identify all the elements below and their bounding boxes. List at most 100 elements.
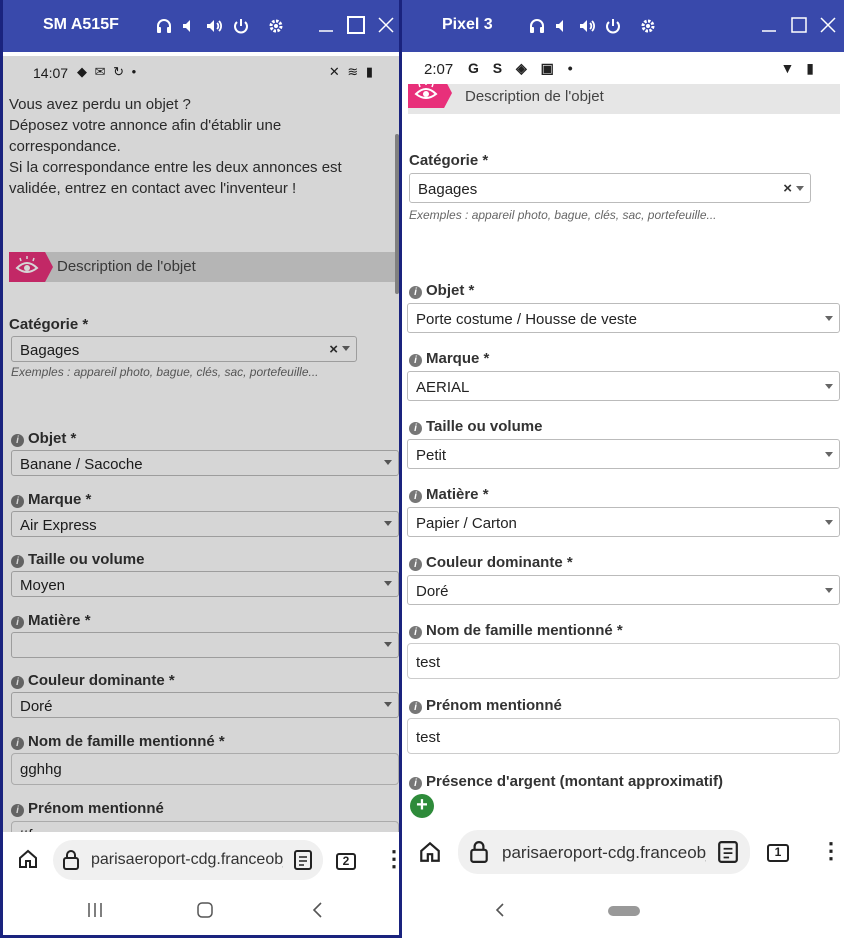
chevron-down-icon: [825, 588, 833, 593]
info-icon[interactable]: i: [409, 558, 422, 571]
matiere-select[interactable]: [11, 632, 399, 658]
headphones-icon[interactable]: [155, 17, 173, 35]
volume-down-icon[interactable]: [553, 17, 571, 35]
info-icon[interactable]: i: [11, 676, 24, 689]
lock-icon[interactable]: [470, 841, 488, 868]
web-page[interactable]: Description de l'objet Catégorie * Bagag…: [402, 84, 844, 822]
marque-label-text: Marque *: [426, 350, 490, 367]
maximize-icon[interactable]: [345, 14, 367, 36]
objet-label: i Objet *: [409, 282, 474, 299]
section-header-description: Description de l'objet: [9, 252, 396, 282]
more-icon[interactable]: ⋮: [820, 840, 842, 862]
info-icon[interactable]: i: [11, 804, 24, 817]
home-nav-icon[interactable]: [197, 902, 213, 923]
recents-icon[interactable]: [87, 902, 103, 923]
volume-up-icon[interactable]: [578, 17, 596, 35]
eye-icon: [9, 252, 53, 282]
intro-line: Si la correspondance entre les deux anno…: [9, 159, 342, 176]
nom-label: i Nom de famille mentionné *: [11, 733, 225, 750]
clear-icon[interactable]: ×: [783, 180, 792, 197]
marque-select[interactable]: Air Express: [11, 511, 399, 537]
matiere-select[interactable]: Papier / Carton: [407, 507, 840, 537]
couleur-select[interactable]: Doré: [11, 692, 399, 718]
info-icon[interactable]: i: [11, 555, 24, 568]
prenom-label: i Prénom mentionné: [11, 800, 164, 817]
settings-icon[interactable]: [267, 17, 285, 35]
volume-up-icon[interactable]: [205, 17, 223, 35]
info-icon[interactable]: i: [409, 286, 422, 299]
prenom-label-text: Prénom mentionné: [28, 800, 164, 817]
minimize-icon[interactable]: [315, 14, 337, 36]
browser-toolbar: parisaeroport-cdg.franceobj 1 ⋮: [402, 822, 844, 884]
address-bar[interactable]: parisaeroport-cdg.franceobj: [53, 840, 323, 880]
info-icon[interactable]: i: [409, 701, 422, 714]
more-icon[interactable]: ⋮: [383, 848, 399, 870]
volume-down-icon[interactable]: [180, 17, 198, 35]
chevron-down-icon: [825, 316, 833, 321]
info-icon[interactable]: i: [11, 495, 24, 508]
marque-label: i Marque *: [11, 491, 91, 508]
prenom-input[interactable]: ttfgg: [11, 821, 399, 832]
info-icon[interactable]: i: [11, 737, 24, 750]
power-icon[interactable]: [232, 17, 250, 35]
categorie-select[interactable]: Bagages ×: [409, 173, 811, 203]
info-icon[interactable]: i: [11, 616, 24, 629]
address-bar[interactable]: parisaeroport-cdg.franceobj: [458, 830, 750, 874]
matiere-value: Papier / Carton: [416, 515, 517, 532]
categorie-help: Exemples : appareil photo, bague, clés, …: [409, 208, 717, 222]
argent-label: i Présence d'argent (montant approximatif…: [409, 773, 723, 790]
info-icon[interactable]: i: [409, 490, 422, 503]
settings-icon[interactable]: [639, 17, 657, 35]
categorie-select[interactable]: Bagages ×: [11, 336, 357, 362]
device-name: Pixel 3: [442, 16, 493, 33]
chevron-down-icon: [825, 452, 833, 457]
power-icon[interactable]: [604, 17, 622, 35]
lock-icon[interactable]: [63, 850, 79, 875]
web-page[interactable]: Vous avez perdu un objet ? Déposez votre…: [3, 84, 399, 832]
info-icon[interactable]: i: [409, 626, 422, 639]
matiere-label: i Matière *: [409, 486, 489, 503]
tab-count-button[interactable]: 1: [767, 844, 789, 862]
objet-select[interactable]: Porte costume / Housse de veste: [407, 303, 840, 333]
android-nav-bar: [3, 890, 399, 935]
marque-select[interactable]: AERIAL: [407, 371, 840, 401]
categorie-value: Bagages: [418, 181, 478, 198]
headphones-icon[interactable]: [528, 17, 546, 35]
nom-value: test: [416, 654, 441, 671]
prenom-label: i Prénom mentionné: [409, 697, 562, 714]
objet-label-text: Objet *: [28, 430, 77, 447]
nom-input[interactable]: test: [407, 643, 840, 679]
taille-select[interactable]: Petit: [407, 439, 840, 469]
minimize-icon[interactable]: [758, 14, 780, 36]
home-icon[interactable]: [17, 848, 39, 875]
back-icon[interactable]: [494, 903, 506, 922]
tab-count-button[interactable]: 2: [336, 853, 356, 870]
clear-icon[interactable]: ×: [329, 341, 338, 358]
info-icon[interactable]: i: [409, 422, 422, 435]
home-pill[interactable]: [608, 906, 640, 916]
add-button[interactable]: +: [410, 794, 434, 818]
couleur-label-text: Couleur dominante *: [28, 672, 175, 689]
prenom-input[interactable]: test: [407, 718, 840, 754]
marque-value: Air Express: [20, 517, 97, 534]
nom-input[interactable]: gghhg: [11, 753, 399, 785]
info-icon[interactable]: i: [409, 777, 422, 790]
maximize-icon[interactable]: [788, 14, 810, 36]
reader-mode-icon[interactable]: [706, 830, 750, 874]
info-icon[interactable]: i: [409, 354, 422, 367]
close-icon[interactable]: [817, 14, 839, 36]
home-icon[interactable]: [418, 840, 442, 869]
couleur-select[interactable]: Doré: [407, 575, 840, 605]
device-name: SM A515F: [43, 16, 119, 33]
objet-select[interactable]: Banane / Sacoche: [11, 450, 399, 476]
close-icon[interactable]: [375, 14, 397, 36]
taille-select[interactable]: Moyen: [11, 571, 399, 597]
categorie-help: Exemples : appareil photo, bague, clés, …: [11, 365, 319, 379]
back-icon[interactable]: [310, 902, 326, 923]
reader-mode-icon[interactable]: [283, 840, 323, 880]
scrollbar[interactable]: [395, 134, 399, 294]
taille-label-text: Taille ou volume: [28, 551, 145, 568]
status-time: 14:07: [33, 65, 69, 81]
info-icon[interactable]: i: [11, 434, 24, 447]
chevron-down-icon: [384, 642, 392, 647]
